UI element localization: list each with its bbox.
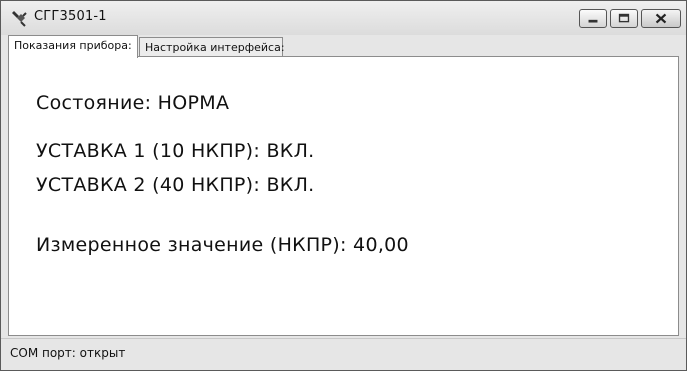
close-button[interactable] [641, 9, 681, 28]
app-window: СГГ3501-1 Показания прибора: Настройка и… [0, 0, 687, 371]
window-title: СГГ3501-1 [34, 9, 107, 24]
maximize-button[interactable] [610, 9, 638, 28]
status-bar: COM порт: открыт [1, 338, 686, 370]
plug-icon [10, 9, 28, 27]
tab-device-readings[interactable]: Показания прибора: [8, 35, 138, 58]
readings-panel: Состояние: НОРМА УСТАВКА 1 (10 НКПР): ВК… [8, 56, 679, 336]
tab-label: Показания прибора: [14, 39, 132, 52]
measured-value-text: Измеренное значение (НКПР): 40,00 [36, 234, 409, 256]
minimize-icon [588, 19, 598, 23]
close-icon [655, 13, 667, 24]
com-port-status: COM порт: открыт [10, 346, 126, 360]
tab-interface-settings[interactable]: Настройка интерфейса: [139, 37, 285, 57]
minimize-button[interactable] [579, 9, 607, 28]
title-bar[interactable]: СГГ3501-1 [1, 1, 686, 35]
state-text: Состояние: НОРМА [36, 92, 230, 114]
maximize-icon [618, 13, 630, 23]
setpoint-2-text: УСТАВКА 2 (40 НКПР): ВКЛ. [36, 174, 315, 196]
setpoint-1-text: УСТАВКА 1 (10 НКПР): ВКЛ. [36, 140, 315, 162]
tab-label: Настройка интерфейса: [145, 41, 285, 54]
tab-strip: Показания прибора: Настройка интерфейса: [1, 35, 686, 58]
